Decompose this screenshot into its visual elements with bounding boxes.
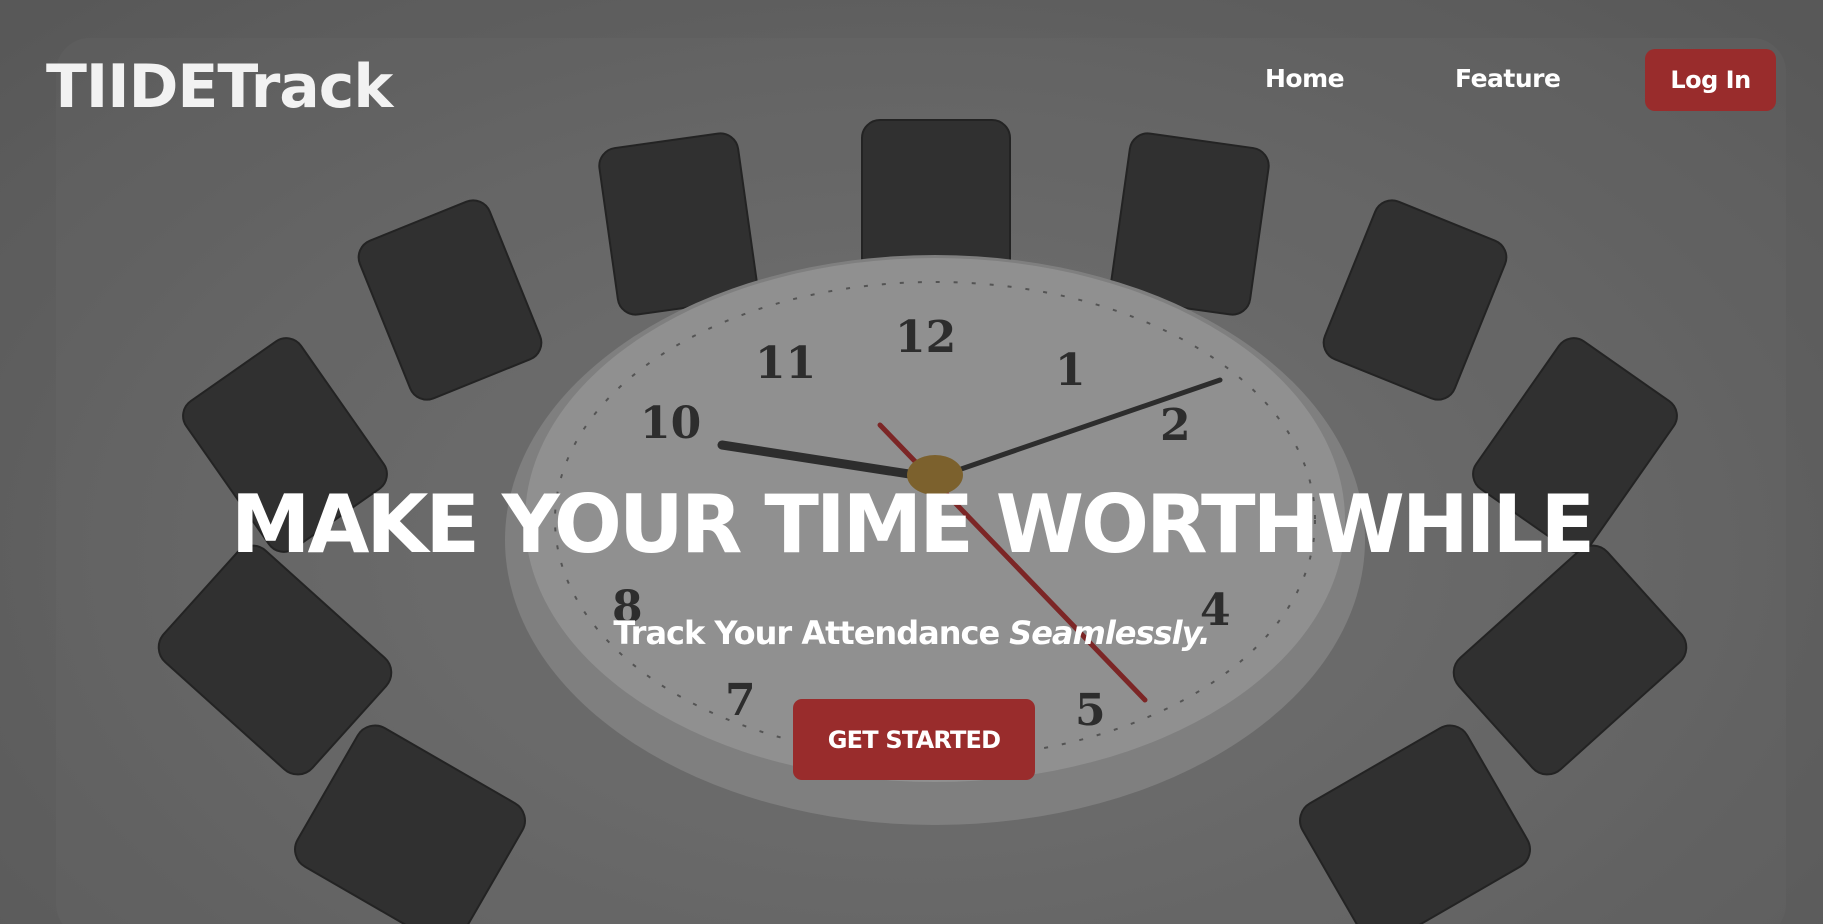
hero-headline: MAKE YOUR TIME WORTHWHILE [230, 478, 1595, 571]
dark-overlay [0, 0, 1823, 924]
nav-feature-link[interactable]: Feature [1455, 64, 1561, 93]
hero-section: 12 1 2 4 5 7 8 10 11 TIIDETrack Home Fea… [0, 0, 1823, 924]
hero-subtitle-emphasis: Seamlessly. [1009, 614, 1210, 652]
brand-logo[interactable]: TIIDETrack [46, 52, 393, 122]
hero-subtitle-main: Track Your Attendance [613, 614, 1000, 652]
login-button[interactable]: Log In [1645, 49, 1776, 111]
hero-subtitle: Track Your Attendance Seamlessly. [0, 614, 1823, 652]
nav-home-link[interactable]: Home [1265, 64, 1345, 93]
get-started-button[interactable]: GET STARTED [793, 699, 1035, 780]
